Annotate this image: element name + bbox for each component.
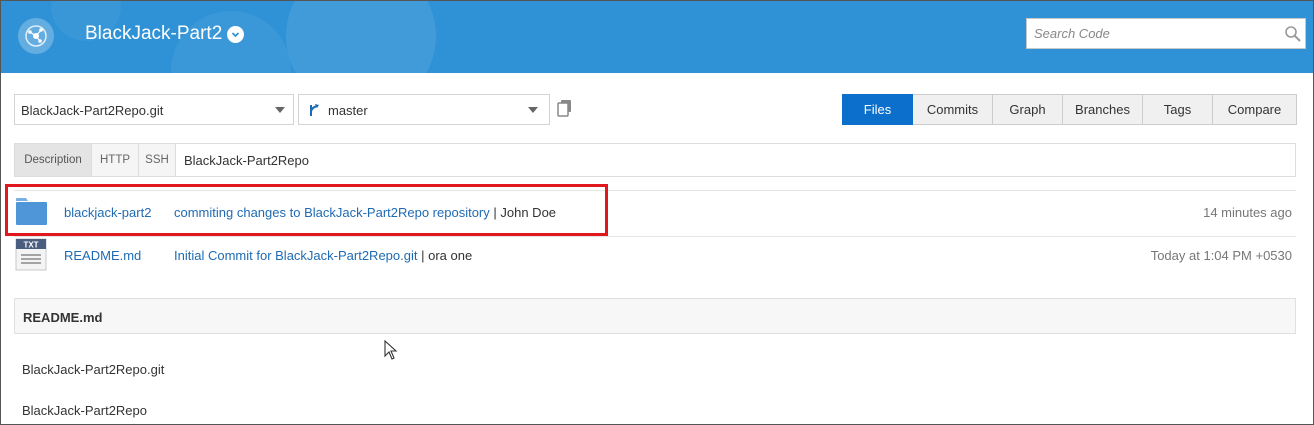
commit-time: Today at 1:04 PM +0530 [1150, 248, 1292, 263]
project-title[interactable]: BlackJack-Part2 [85, 23, 222, 45]
branch-icon [310, 104, 319, 116]
file-name-link[interactable]: README.md [64, 248, 141, 263]
divider [14, 236, 1296, 237]
txt-file-icon: TXT [15, 238, 47, 271]
chevron-down-icon [275, 107, 285, 113]
readme-header: README.md [14, 298, 1296, 334]
repository-select-value: BlackJack-Part2Repo.git [21, 103, 164, 118]
page-header: BlackJack-Part2 [1, 1, 1313, 73]
readme-line: BlackJack-Part2Repo.git [22, 362, 165, 377]
repository-select[interactable]: BlackJack-Part2Repo.git [14, 94, 294, 125]
app-window: BlackJack-Part2 BlackJack-Part2Repo.git … [0, 0, 1314, 425]
branch-select[interactable]: master [298, 94, 550, 125]
commit-time: 14 minutes ago [1203, 205, 1292, 220]
copy-icon[interactable] [557, 99, 573, 117]
highlight-annotation [5, 184, 608, 236]
tab-commits[interactable]: Commits [913, 94, 993, 125]
clone-url-value[interactable]: BlackJack-Part2Repo [184, 153, 309, 168]
commit-author: | ora one [421, 248, 473, 263]
mouse-cursor-icon [384, 340, 398, 360]
txt-icon-label: TXT [23, 241, 38, 250]
tab-compare[interactable]: Compare [1213, 94, 1297, 125]
search-icon[interactable] [1284, 25, 1302, 43]
tab-branches[interactable]: Branches [1063, 94, 1143, 125]
tab-tags[interactable]: Tags [1143, 94, 1213, 125]
commit-message-link[interactable]: Initial Commit for BlackJack-Part2Repo.g… [174, 248, 417, 263]
clone-tab-http[interactable]: HTTP [92, 144, 139, 176]
project-dropdown-icon[interactable] [227, 26, 244, 43]
view-tabs: Files Commits Graph Branches Tags Compar… [842, 94, 1297, 125]
clone-url-bar: Description HTTP SSH BlackJack-Part2Repo [14, 143, 1296, 177]
tab-graph[interactable]: Graph [993, 94, 1063, 125]
branch-select-value: master [328, 103, 368, 118]
clone-tab-ssh[interactable]: SSH [139, 144, 176, 176]
commit-message: Initial Commit for BlackJack-Part2Repo.g… [174, 248, 472, 263]
chevron-down-icon [528, 107, 538, 113]
readme-title: README.md [23, 310, 103, 325]
readme-line: BlackJack-Part2Repo [22, 403, 147, 418]
app-logo-icon[interactable] [18, 18, 54, 54]
tab-files[interactable]: Files [842, 94, 913, 125]
search-input[interactable] [1027, 19, 1277, 48]
clone-tab-description[interactable]: Description [15, 144, 92, 176]
search-box [1026, 18, 1306, 49]
